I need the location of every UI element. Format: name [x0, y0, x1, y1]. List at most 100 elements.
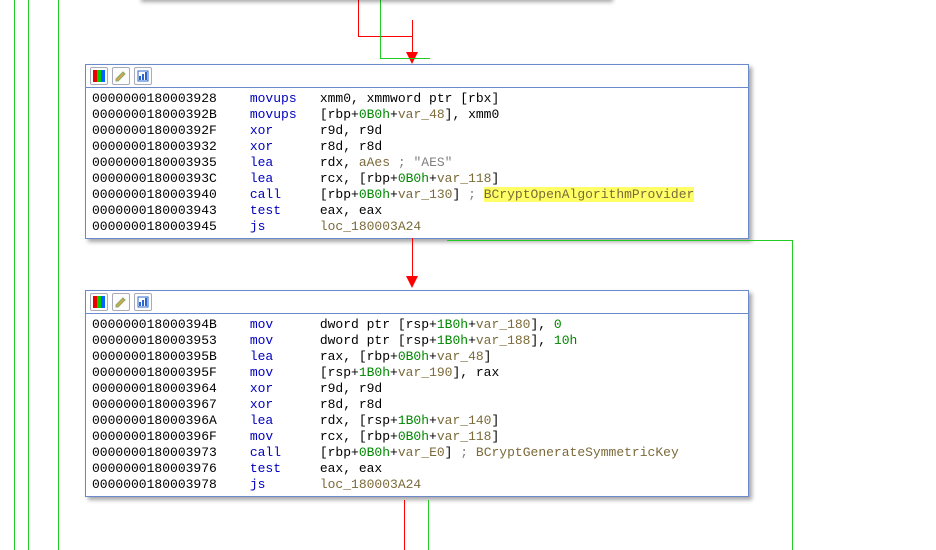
address: 0000000180003945 [92, 219, 242, 235]
instruction-row[interactable]: 0000000180003940 call[rbp+0B0h+var_130] … [92, 187, 742, 203]
operands: rdx, [rsp+1B0h+var_140] [320, 413, 499, 428]
operands: dword ptr [rsp+1B0h+var_180], 0 [320, 317, 562, 332]
instruction-row[interactable]: 0000000180003964 xorr9d, r9d [92, 381, 742, 397]
instruction-row[interactable]: 0000000180003935 leardx, aAes ; "AES" [92, 155, 742, 171]
operands: rdx, aAes ; "AES" [320, 155, 453, 170]
mnemonic: lea [250, 155, 320, 171]
instruction-row[interactable]: 000000018000394B movdword ptr [rsp+1B0h+… [92, 317, 742, 333]
address: 0000000180003967 [92, 397, 242, 413]
address: 0000000180003935 [92, 155, 242, 171]
instruction-row[interactable]: 000000018000392F xorr9d, r9d [92, 123, 742, 139]
mnemonic: movups [250, 91, 320, 107]
operands: [rbp+0B0h+var_48], xmm0 [320, 107, 499, 122]
address: 000000018000394B [92, 317, 242, 333]
address: 0000000180003973 [92, 445, 242, 461]
address: 000000018000396A [92, 413, 242, 429]
mnemonic: test [250, 461, 320, 477]
colormap-icon[interactable] [90, 67, 108, 85]
basic-block-1[interactable]: 0000000180003928 movupsxmm0, xmmword ptr… [85, 64, 749, 239]
mnemonic: movups [250, 107, 320, 123]
instruction-row[interactable]: 000000018000392B movups[rbp+0B0h+var_48]… [92, 107, 742, 123]
edit-icon[interactable] [112, 67, 130, 85]
operands: r8d, r8d [320, 397, 382, 412]
node-toolbar [86, 65, 748, 88]
green-edge [28, 0, 29, 550]
operands: r8d, r8d [320, 139, 382, 154]
instruction-row[interactable]: 0000000180003953 movdword ptr [rsp+1B0h+… [92, 333, 742, 349]
instruction-row[interactable]: 0000000180003928 movupsxmm0, xmmword ptr… [92, 91, 742, 107]
instruction-row[interactable]: 000000018000396F movrcx, [rbp+0B0h+var_1… [92, 429, 742, 445]
operands: [rsp+1B0h+var_190], rax [320, 365, 499, 380]
address: 000000018000395B [92, 349, 242, 365]
mnemonic: xor [250, 123, 320, 139]
mnemonic: call [250, 445, 320, 461]
green-edge [447, 240, 792, 241]
address: 000000018000393C [92, 171, 242, 187]
green-edge [380, 0, 381, 58]
address: 0000000180003928 [92, 91, 242, 107]
instruction-row[interactable]: 0000000180003976 testeax, eax [92, 461, 742, 477]
colormap-icon[interactable] [90, 293, 108, 311]
operands: rcx, [rbp+0B0h+var_118] [320, 429, 499, 444]
address: 0000000180003932 [92, 139, 242, 155]
mnemonic: xor [250, 397, 320, 413]
mnemonic: mov [250, 429, 320, 445]
green-edge [380, 58, 430, 59]
red-edge [358, 0, 413, 37]
instruction-row[interactable]: 0000000180003932 xorr8d, r8d [92, 139, 742, 155]
mnemonic: lea [250, 171, 320, 187]
operands: loc_180003A24 [320, 219, 421, 234]
operands: eax, eax [320, 203, 382, 218]
graph-canvas[interactable]: 0000000180003928 movupsxmm0, xmmword ptr… [0, 0, 936, 550]
operands: [rbp+0B0h+var_E0] ; BCryptGenerateSymmet… [320, 445, 679, 460]
mnemonic: mov [250, 333, 320, 349]
mnemonic: call [250, 187, 320, 203]
instruction-row[interactable]: 0000000180003943 testeax, eax [92, 203, 742, 219]
instruction-row[interactable]: 0000000180003978 jsloc_180003A24 [92, 477, 742, 493]
mnemonic: test [250, 203, 320, 219]
operands: [rbp+0B0h+var_130] ; BCryptOpenAlgorithm… [320, 187, 695, 202]
mnemonic: xor [250, 381, 320, 397]
graph-icon[interactable] [134, 67, 152, 85]
basic-block-2[interactable]: 000000018000394B movdword ptr [rsp+1B0h+… [85, 290, 749, 497]
instruction-row[interactable]: 000000018000395B learax, [rbp+0B0h+var_4… [92, 349, 742, 365]
instruction-row[interactable]: 0000000180003945 jsloc_180003A24 [92, 219, 742, 235]
graph-icon[interactable] [134, 293, 152, 311]
instruction-row[interactable]: 0000000180003967 xorr8d, r8d [92, 397, 742, 413]
mnemonic: xor [250, 139, 320, 155]
address: 0000000180003978 [92, 477, 242, 493]
green-edge [14, 0, 15, 550]
mnemonic: lea [250, 413, 320, 429]
green-edge [792, 240, 793, 550]
address: 0000000180003943 [92, 203, 242, 219]
red-edge [404, 500, 405, 550]
instruction-row[interactable]: 000000018000393C learcx, [rbp+0B0h+var_1… [92, 171, 742, 187]
instruction-row[interactable]: 000000018000395F mov[rsp+1B0h+var_190], … [92, 365, 742, 381]
node-toolbar [86, 291, 748, 314]
operands: xmm0, xmmword ptr [rbx] [320, 91, 499, 106]
address: 0000000180003953 [92, 333, 242, 349]
address: 000000018000396F [92, 429, 242, 445]
address: 0000000180003976 [92, 461, 242, 477]
operands: dword ptr [rsp+1B0h+var_188], 10h [320, 333, 577, 348]
operands: r9d, r9d [320, 123, 382, 138]
operands: rax, [rbp+0B0h+var_48] [320, 349, 492, 364]
address: 0000000180003964 [92, 381, 242, 397]
mnemonic: mov [250, 365, 320, 381]
mnemonic: lea [250, 349, 320, 365]
mnemonic: js [250, 219, 320, 235]
mnemonic: mov [250, 317, 320, 333]
operands: r9d, r9d [320, 381, 382, 396]
instruction-row[interactable]: 0000000180003973 call[rbp+0B0h+var_E0] ;… [92, 445, 742, 461]
address: 0000000180003940 [92, 187, 242, 203]
disassembly-listing[interactable]: 000000018000394B movdword ptr [rsp+1B0h+… [86, 314, 748, 496]
address: 000000018000392F [92, 123, 242, 139]
operands: rcx, [rbp+0B0h+var_118] [320, 171, 499, 186]
edit-icon[interactable] [112, 293, 130, 311]
instruction-row[interactable]: 000000018000396A leardx, [rsp+1B0h+var_1… [92, 413, 742, 429]
address: 000000018000392B [92, 107, 242, 123]
disassembly-listing[interactable]: 0000000180003928 movupsxmm0, xmmword ptr… [86, 88, 748, 238]
green-edge [428, 500, 429, 550]
green-edge [58, 0, 59, 550]
mnemonic: js [250, 477, 320, 493]
